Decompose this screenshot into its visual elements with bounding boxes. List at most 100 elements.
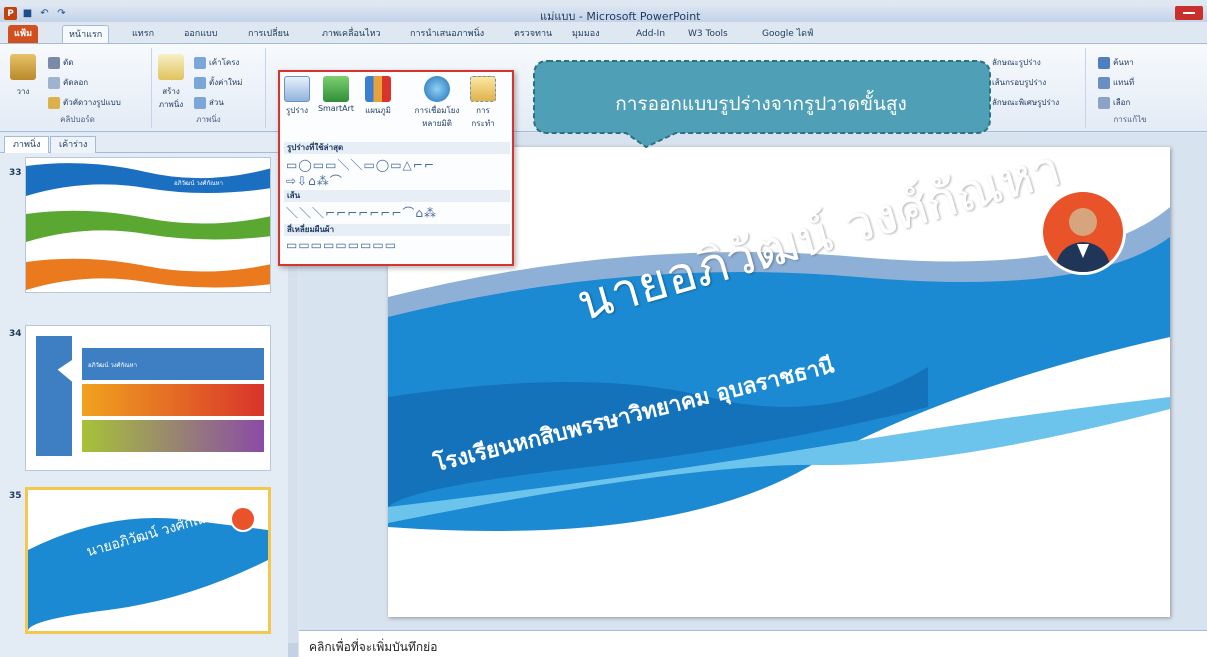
action-icon (470, 76, 496, 102)
new-slide-label: สร้าง ภาพนิ่ง (158, 87, 184, 109)
copy-button[interactable]: คัดลอก (48, 76, 88, 89)
scroll-down-button[interactable] (288, 643, 298, 657)
panel-tabs: ภาพนิ่ง เค้าร่าง (0, 133, 289, 153)
tab-slides[interactable]: ภาพนิ่ง (4, 136, 50, 153)
new-slide-button[interactable]: สร้าง ภาพนิ่ง (156, 54, 186, 111)
redo-icon[interactable]: ↷ (55, 7, 68, 20)
editing-group: ค้นหา แทนที่ เลือก การแก้ไข (1090, 48, 1170, 128)
lines-row[interactable]: ＼＼＼⌐⌐⌐⌐⌐⌐⌐⌒⌂⁂ (286, 204, 437, 221)
smartart-icon (323, 76, 349, 102)
paste-button[interactable]: วาง (10, 54, 36, 98)
recent-shapes-row-2[interactable]: ⇨⇩⌂⁂⌒ (286, 172, 343, 189)
clipboard-group-label: คลิปบอร์ด (60, 115, 95, 124)
tab-design[interactable]: ออกแบบ (178, 25, 224, 43)
new-slide-icon (158, 54, 184, 80)
reset-label: ตั้งค่าใหม่ (209, 78, 243, 87)
slide-number: 34 (9, 329, 22, 339)
find-label: ค้นหา (1113, 58, 1134, 67)
globe-icon (424, 76, 450, 102)
tab-slideshow[interactable]: การนำเสนอภาพนิ่ง (404, 25, 490, 43)
drawing-group: ลักษณะรูปร่าง เส้นกรอบรูปร่าง ลักษณะพิเศ… (990, 48, 1086, 128)
tab-animations[interactable]: ภาพเคลื่อนไหว (316, 25, 387, 43)
hyperlink-button[interactable]: การเชื่อมโยง หลายมิติ (414, 76, 460, 130)
smartart-button-label: SmartArt (317, 104, 355, 113)
section-button[interactable]: ส่วน (194, 96, 224, 109)
brush-icon (48, 96, 60, 109)
shape-effects-label: ลักษณะพิเศษรูปร่าง (992, 98, 1060, 107)
slides-group-label: ภาพนิ่ง (196, 115, 221, 124)
editing-group-label: การแก้ไข (1113, 115, 1147, 124)
paste-label: วาง (16, 87, 30, 96)
notes-placeholder: คลิกเพื่อที่จะเพิ่มบันทึกย่อ (309, 640, 438, 654)
format-painter-label: ตัวคัดวางรูปแบบ (63, 98, 121, 107)
powerpoint-window: P ■ ↶ ↷ แม่แบบ - Microsoft PowerPoint แฟ… (0, 0, 1207, 657)
undo-icon[interactable]: ↶ (38, 7, 51, 20)
copy-icon (48, 76, 60, 89)
shape-style-label: ลักษณะรูปร่าง (992, 58, 1041, 67)
tab-outline[interactable]: เค้าร่าง (50, 136, 97, 153)
chart-button[interactable]: แผนภูมิ (360, 76, 396, 117)
select-button[interactable]: เลือก (1098, 96, 1130, 109)
minimize-button[interactable] (1175, 6, 1203, 20)
cut-button[interactable]: ตัด (48, 56, 73, 69)
action-button[interactable]: การ กระทำ (466, 76, 500, 130)
slides-group: สร้าง ภาพนิ่ง เค้าโครง ตั้งค่าใหม่ ส่วน … (152, 48, 266, 128)
find-button[interactable]: ค้นหา (1098, 56, 1134, 69)
purple-band (82, 420, 264, 452)
red-band (82, 384, 264, 416)
shapes-button-label: รูปร่าง (285, 106, 309, 115)
recent-shapes-heading: รูปร่างที่ใช้ล่าสุด (284, 142, 510, 154)
recent-shapes-row-1[interactable]: ▭◯▭▭＼＼▭◯▭△⌐⌐ (286, 156, 435, 173)
tab-w3-tools[interactable]: W3 Tools (682, 25, 734, 43)
tab-home[interactable]: หน้าแรก (62, 25, 110, 43)
connector-shape (36, 336, 72, 456)
layout-label: เค้าโครง (209, 58, 240, 67)
replace-button[interactable]: แทนที่ (1098, 76, 1134, 89)
replace-label: แทนที่ (1113, 78, 1135, 87)
shapes-icon (284, 76, 310, 102)
ribbon-tabs: แฟ้ม หน้าแรก แทรก ออกแบบ การเปลี่ยน ภาพเ… (0, 22, 1207, 44)
layout-icon (194, 56, 206, 69)
tab-view[interactable]: มุมมอง (566, 25, 606, 43)
callout-text: การออกแบบรูปร่างจากรูปวาดขั้นสูง (615, 93, 907, 115)
section-icon (194, 96, 206, 109)
rectangles-row[interactable]: ▭▭▭▭▭▭▭▭▭ (286, 238, 397, 252)
save-icon[interactable]: ■ (21, 7, 34, 20)
shape-style-button[interactable]: ลักษณะรูปร่าง (992, 56, 1041, 69)
tab-review[interactable]: ตรวจทาน (508, 25, 558, 43)
annotation-callout: การออกแบบรูปร่างจากรูปวาดขั้นสูง (530, 59, 992, 149)
shape-outline-button[interactable]: เส้นกรอบรูปร่าง (992, 76, 1046, 89)
slide-thumbnail-34[interactable]: อภิวัฒน์ วงศ์กัณหา (25, 325, 271, 471)
title-bar: P ■ ↶ ↷ แม่แบบ - Microsoft PowerPoint (0, 6, 1207, 23)
lines-heading: เส้น (284, 190, 510, 202)
avatar (230, 506, 256, 532)
rectangles-heading: สี่เหลี่ยมผืนผ้า (284, 224, 510, 236)
thumbnail-caption: อภิวัฒน์ วงศ์กัณหา (174, 180, 223, 187)
chart-button-label: แผนภูมิ (365, 106, 391, 115)
cursor-icon (1098, 96, 1110, 109)
slide-thumbnail-33[interactable]: อภิวัฒน์ วงศ์กัณหา (25, 157, 271, 293)
layout-button[interactable]: เค้าโครง (194, 56, 239, 69)
tab-google-drive[interactable]: Google ไดฟ์ (756, 25, 819, 43)
notes-pane[interactable]: คลิกเพื่อที่จะเพิ่มบันทึกย่อ (299, 630, 1207, 657)
reset-button[interactable]: ตั้งค่าใหม่ (194, 76, 242, 89)
slide-thumbnail-35[interactable]: นายอภิวัฒน์ วงศ์กัณหา (25, 487, 271, 634)
tab-transitions[interactable]: การเปลี่ยน (242, 25, 295, 43)
shape-effects-button[interactable]: ลักษณะพิเศษรูปร่าง (992, 96, 1059, 109)
shape-outline-label: เส้นกรอบรูปร่าง (992, 78, 1047, 87)
format-painter-button[interactable]: ตัวคัดวางรูปแบบ (48, 96, 121, 109)
shapes-button[interactable]: รูปร่าง (282, 76, 312, 117)
smartart-button[interactable]: SmartArt (316, 76, 356, 113)
tab-file[interactable]: แฟ้ม (8, 25, 39, 43)
section-label: ส่วน (209, 98, 224, 107)
tab-add-in[interactable]: Add-In (630, 25, 671, 43)
slide-number: 33 (9, 168, 22, 178)
select-label: เลือก (1113, 98, 1131, 107)
replace-icon (1098, 76, 1110, 89)
powerpoint-logo-icon[interactable]: P (4, 7, 17, 20)
cut-label: ตัด (63, 58, 74, 67)
paste-icon (10, 54, 36, 80)
tab-insert[interactable]: แทรก (126, 25, 160, 43)
thumbnail-caption: อภิวัฒน์ วงศ์กัณหา (88, 362, 137, 369)
wave-banners-graphic (26, 163, 270, 290)
